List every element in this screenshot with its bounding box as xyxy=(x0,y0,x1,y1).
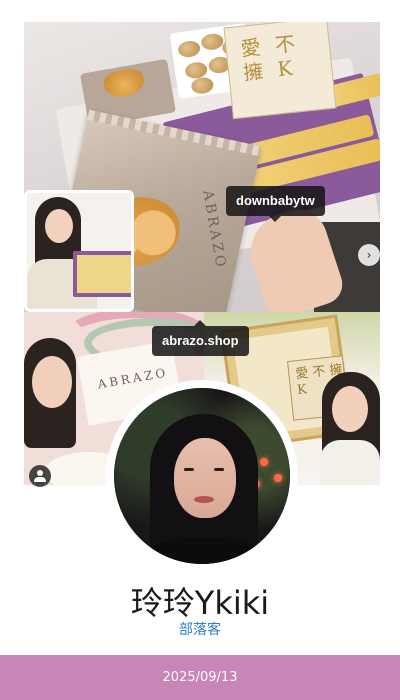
cookie xyxy=(190,76,215,96)
user-tag-downbabytw[interactable]: downbabytw xyxy=(226,186,325,222)
bokeh-light xyxy=(260,458,268,466)
user-icon-head xyxy=(37,470,43,476)
user-tag-abrazo-shop[interactable]: abrazo.shop xyxy=(152,320,249,356)
user-icon-body xyxy=(34,477,46,482)
brand-card-text: 愛 不 擁 K xyxy=(239,30,301,85)
gift-box-photo: 愛 不 擁 K ABRAZO xyxy=(24,22,380,312)
girl-face xyxy=(332,386,368,432)
mini-gift-box xyxy=(73,251,131,297)
cookie xyxy=(177,39,202,59)
brand-card: 愛 不 擁 K xyxy=(223,22,337,120)
user-icon[interactable] xyxy=(29,465,51,487)
post-date: 2025/09/13 xyxy=(162,670,238,685)
avatar-eye xyxy=(214,468,224,471)
avatar-eye xyxy=(184,468,194,471)
girl-face xyxy=(32,356,72,408)
cookie xyxy=(200,32,225,52)
avatar[interactable] xyxy=(106,380,298,572)
profile-name: 玲玲Ykiki xyxy=(130,584,270,622)
avatar-face xyxy=(174,438,236,518)
girl-sticker xyxy=(24,190,134,312)
girl-body xyxy=(320,440,380,485)
chevron-right-icon[interactable]: › xyxy=(358,244,380,266)
girl-face xyxy=(45,209,73,243)
avatar-lips xyxy=(194,496,214,503)
bokeh-light xyxy=(274,474,282,482)
profile-category[interactable]: 部落客 xyxy=(0,619,400,639)
footer-bar: 2025/09/13 xyxy=(0,655,400,700)
